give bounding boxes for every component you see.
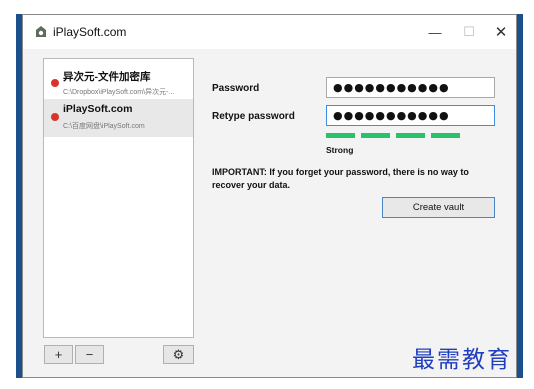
maximize-button[interactable]: ☐ (453, 15, 485, 49)
strength-bar-segment (431, 133, 460, 138)
retype-password-label: Retype password (212, 111, 295, 122)
vault-path: C:\Dropbox\iPlaySoft.com\异次元-... (63, 89, 175, 96)
remove-vault-button[interactable]: − (75, 345, 104, 364)
strength-bar-segment (361, 133, 390, 138)
add-vault-button[interactable]: + (44, 345, 73, 364)
password-label: Password (212, 83, 260, 94)
status-dot-icon (51, 113, 59, 121)
window-title: iPlaySoft.com (53, 25, 127, 39)
vault-name: 异次元-文件加密库 (63, 71, 151, 83)
maximize-icon: ☐ (463, 24, 475, 39)
vault-logo-icon (36, 26, 46, 37)
gear-icon: ⚙ (172, 346, 185, 362)
vault-list-item-2[interactable]: iPlaySoft.com C:\百度网盘\iPlaySoft.com (44, 99, 193, 137)
minimize-icon: — (428, 24, 442, 40)
vault-name: iPlaySoft.com (63, 103, 133, 115)
minus-icon: − (85, 347, 94, 362)
strength-label: Strong (326, 145, 354, 155)
close-button[interactable]: ✕ (485, 15, 517, 49)
password-field[interactable]: ●●●●●●●●●●● (326, 77, 495, 98)
settings-button[interactable]: ⚙ (163, 345, 194, 364)
minimize-button[interactable]: — (419, 15, 451, 49)
strength-bar-segment (396, 133, 425, 138)
title-bar[interactable]: iPlaySoft.com — ☐ ✕ (23, 15, 516, 49)
desktop-edge-right (517, 14, 523, 378)
vault-list-item-1[interactable]: 异次元-文件加密库 C:\Dropbox\iPlaySoft.com\异次元-.… (44, 65, 193, 103)
create-vault-button[interactable]: Create vault (382, 197, 495, 218)
app-window: iPlaySoft.com — ☐ ✕ 异次元-文件加密库 C:\Dropbox… (22, 14, 517, 378)
close-icon: ✕ (494, 24, 508, 41)
vault-list: 异次元-文件加密库 C:\Dropbox\iPlaySoft.com\异次元-.… (43, 58, 194, 338)
retype-password-field[interactable]: ●●●●●●●●●●● (326, 105, 495, 126)
warning-text: IMPORTANT: If you forget your password, … (212, 167, 469, 190)
vault-path: C:\百度网盘\iPlaySoft.com (63, 123, 145, 130)
strength-bar-segment (326, 133, 355, 138)
plus-icon: + (54, 347, 63, 362)
status-dot-icon (51, 79, 59, 87)
watermark-text: 最需教育 (412, 347, 512, 373)
